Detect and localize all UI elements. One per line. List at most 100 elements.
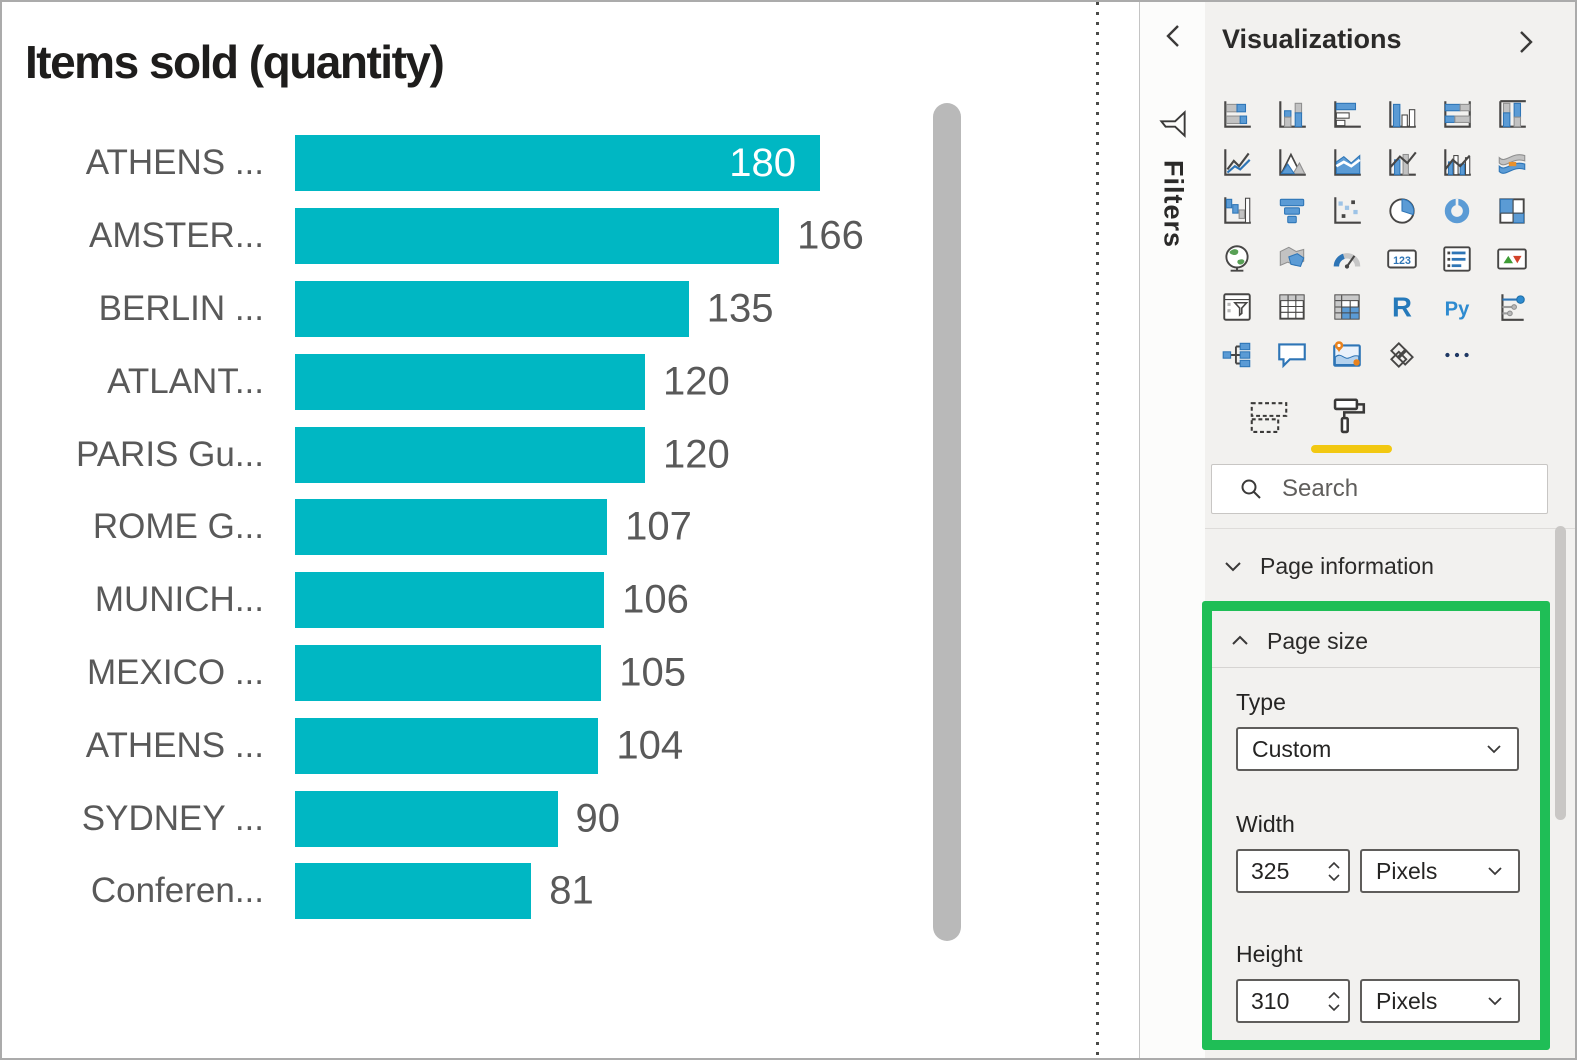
section-divider [1205, 528, 1575, 529]
data-label: 81 [549, 869, 594, 914]
hundred-stacked-column-chart-icon[interactable] [1495, 98, 1529, 132]
bar[interactable] [295, 718, 598, 774]
data-label: 180 [729, 141, 820, 186]
section-page-size[interactable]: Page size [1212, 619, 1540, 663]
category-label: Conferen... [2, 871, 264, 911]
kpi-icon[interactable] [1495, 242, 1529, 276]
panel-scrollbar[interactable] [1555, 526, 1566, 820]
stepper-down-icon [1327, 1003, 1341, 1012]
power-apps-icon[interactable] [1385, 338, 1419, 372]
filter-funnel-icon[interactable] [1155, 106, 1191, 147]
category-label: ATHENS ... [2, 726, 264, 766]
width-unit-select[interactable]: Pixels [1360, 849, 1520, 893]
stacked-area-chart-icon[interactable] [1330, 146, 1364, 180]
tab-fields[interactable] [1246, 394, 1292, 440]
stacked-column-chart-icon[interactable] [1275, 98, 1309, 132]
filled-map-icon[interactable] [1275, 242, 1309, 276]
slicer-icon[interactable] [1220, 290, 1254, 324]
clustered-bar-chart-icon[interactable] [1330, 98, 1364, 132]
ribbon-chart-icon[interactable] [1495, 146, 1529, 180]
canvas-page-divider [1096, 2, 1099, 1058]
stepper-up-icon [1327, 861, 1341, 870]
type-select-value: Custom [1252, 736, 1483, 763]
search-icon [1239, 477, 1263, 501]
height-unit-select[interactable]: Pixels [1360, 979, 1520, 1023]
bar[interactable] [295, 572, 604, 628]
section-page-information[interactable]: Page information [1205, 544, 1575, 588]
arcgis-map-icon[interactable] [1330, 338, 1364, 372]
clustered-column-chart-icon[interactable] [1385, 98, 1419, 132]
type-select[interactable]: Custom [1236, 727, 1519, 771]
collapse-visualizations-button[interactable] [1511, 26, 1541, 60]
category-label: ATHENS ... [2, 143, 264, 183]
bar[interactable] [295, 791, 558, 847]
treemap-icon[interactable] [1495, 194, 1529, 228]
line-stacked-column-chart-icon[interactable] [1385, 146, 1419, 180]
chevron-down-icon [1220, 553, 1246, 579]
visualizations-title: Visualizations [1222, 24, 1402, 55]
decomposition-tree-icon[interactable] [1220, 338, 1254, 372]
donut-chart-icon[interactable] [1440, 194, 1474, 228]
waterfall-chart-icon[interactable] [1220, 194, 1254, 228]
bar-row: ATHENS ... 180 [2, 127, 1062, 200]
line-clustered-column-chart-icon[interactable] [1440, 146, 1474, 180]
bar-row: ATHENS ...104 [2, 709, 1062, 782]
bar[interactable] [295, 281, 689, 337]
bar-row: Conferen... 81 [2, 855, 1062, 928]
data-label: 120 [663, 432, 730, 477]
qa-icon[interactable] [1275, 338, 1309, 372]
matrix-icon[interactable] [1330, 290, 1364, 324]
map-icon[interactable] [1220, 242, 1254, 276]
r-script-icon[interactable] [1385, 290, 1419, 324]
bar-row: AMSTER...166 [2, 200, 1062, 273]
pie-chart-icon[interactable] [1385, 194, 1419, 228]
category-label: SYDNEY ... [2, 799, 264, 839]
gauge-icon[interactable] [1330, 242, 1364, 276]
chart-title: Items sold (quantity) [25, 35, 443, 89]
bar[interactable]: 180 [295, 135, 820, 191]
card-icon[interactable] [1385, 242, 1419, 276]
chart-scrollbar[interactable] [933, 103, 961, 941]
category-label: BERLIN ... [2, 289, 264, 329]
bar[interactable] [295, 427, 645, 483]
bar[interactable] [295, 645, 601, 701]
category-label: MUNICH... [2, 580, 264, 620]
width-input[interactable] [1251, 858, 1309, 885]
expand-filters-button[interactable] [1158, 20, 1188, 54]
area-chart-icon[interactable] [1275, 146, 1309, 180]
bar[interactable] [295, 863, 531, 919]
category-label: ROME G... [2, 507, 264, 547]
multi-row-card-icon[interactable] [1440, 242, 1474, 276]
bar[interactable] [295, 354, 645, 410]
chevron-down-icon [1484, 860, 1506, 882]
tab-format[interactable] [1327, 394, 1373, 440]
data-label: 120 [663, 359, 730, 404]
height-unit-value: Pixels [1376, 988, 1484, 1015]
height-input-box [1236, 979, 1350, 1023]
table-icon[interactable] [1275, 290, 1309, 324]
visualizations-pane: Visualizations Page information Page siz… [1205, 2, 1575, 1058]
python-icon[interactable] [1440, 290, 1474, 324]
fields-icon [1246, 394, 1292, 440]
width-stepper[interactable] [1327, 861, 1341, 882]
height-stepper[interactable] [1327, 991, 1341, 1012]
stepper-up-icon [1327, 991, 1341, 1000]
line-chart-icon[interactable] [1220, 146, 1254, 180]
width-unit-value: Pixels [1376, 858, 1484, 885]
hundred-stacked-bar-chart-icon[interactable] [1440, 98, 1474, 132]
stacked-bar-chart-icon[interactable] [1220, 98, 1254, 132]
search-input[interactable] [1280, 474, 1547, 504]
section-divider [1212, 667, 1540, 668]
height-input[interactable] [1251, 988, 1309, 1015]
key-influencers-icon[interactable] [1495, 290, 1529, 324]
bar[interactable] [295, 499, 607, 555]
more-options-icon[interactable] [1440, 338, 1474, 372]
data-label: 107 [625, 505, 692, 550]
bar[interactable] [295, 208, 779, 264]
bar-row: PARIS Gu...120 [2, 418, 1062, 491]
filters-pane-label[interactable]: Filters [1158, 160, 1189, 248]
report-canvas: Items sold (quantity) ATHENS ... 180 AMSTE… [2, 2, 1096, 1058]
funnel-chart-icon[interactable] [1275, 194, 1309, 228]
bar-chart: ATHENS ...180AMSTER...166BERLIN ...135AT… [2, 127, 1062, 928]
scatter-chart-icon[interactable] [1330, 194, 1364, 228]
